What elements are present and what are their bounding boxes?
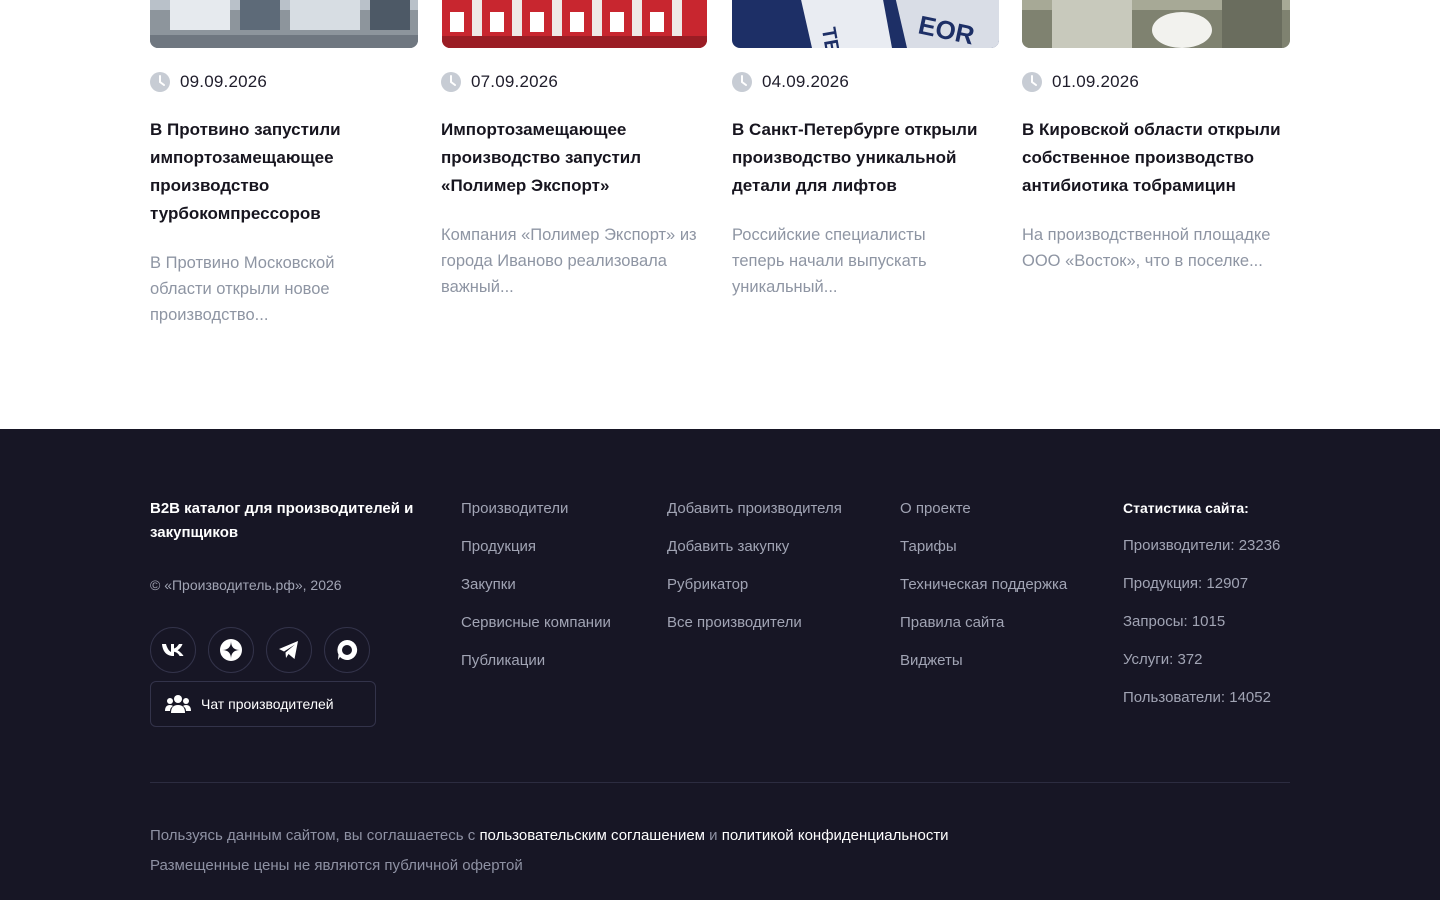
footer-link-purchases[interactable]: Закупки bbox=[461, 576, 611, 614]
news-title[interactable]: В Кировской области открыли собственное … bbox=[1022, 116, 1294, 200]
stat-products: Продукция: 12907 bbox=[1123, 575, 1249, 592]
telegram-icon[interactable] bbox=[266, 627, 312, 673]
stat-value: 23236 bbox=[1238, 537, 1281, 554]
footer-nav-catalog: Производители Продукция Закупки Сервисны… bbox=[461, 500, 611, 690]
footer-legal: Пользуясь данным сайтом, вы соглашаетесь… bbox=[150, 827, 949, 844]
site-footer: B2B каталог для производителей и закупщи… bbox=[0, 429, 1440, 900]
news-excerpt: В Протвино Московской области открыли но… bbox=[150, 254, 335, 324]
chat-button-label: Чат производителей bbox=[201, 696, 334, 712]
max-messenger-icon[interactable] bbox=[324, 627, 370, 673]
news-image-factory[interactable] bbox=[150, 0, 418, 48]
footer-link-add-producer[interactable]: Добавить производителя bbox=[667, 500, 842, 538]
news-excerpt: На производственной площадке ООО «Восток… bbox=[1022, 226, 1271, 270]
news-title[interactable]: Импортозамещающее производство запустил … bbox=[441, 116, 681, 200]
stat-requests: Запросы: 1015 bbox=[1123, 613, 1226, 630]
news-excerpt: Российские специалисты теперь начали вып… bbox=[732, 226, 927, 296]
news-date: 04.09.2026 bbox=[732, 71, 849, 93]
stat-value: 12907 bbox=[1206, 575, 1249, 592]
footer-copyright: © «Производитель.рф», 2026 bbox=[150, 577, 342, 593]
stat-value: 1015 bbox=[1191, 613, 1226, 630]
users-group-icon bbox=[165, 695, 191, 713]
news-date-text: 04.09.2026 bbox=[762, 72, 850, 91]
site-stats: Статистика сайта: Производители: 23236 П… bbox=[1123, 499, 1280, 727]
clock-icon bbox=[732, 72, 752, 92]
public-offer-note: Размещенные цены не являются публичной о… bbox=[150, 857, 523, 874]
footer-link-rules[interactable]: Правила сайта bbox=[900, 614, 1067, 652]
footer-link-products[interactable]: Продукция bbox=[461, 538, 611, 576]
vk-icon[interactable] bbox=[150, 627, 196, 673]
news-excerpt: Компания «Полимер Экспорт» из города Ива… bbox=[441, 226, 697, 296]
footer-link-publications[interactable]: Публикации bbox=[461, 652, 611, 690]
privacy-policy-link[interactable]: политикой конфиденциальности bbox=[722, 827, 949, 844]
stat-users: Пользователи: 14052 bbox=[1123, 689, 1271, 706]
footer-nav-about: О проекте Тарифы Техническая поддержка П… bbox=[900, 500, 1067, 690]
openai-icon[interactable] bbox=[208, 627, 254, 673]
footer-nav-actions: Добавить производителя Добавить закупку … bbox=[667, 500, 842, 652]
clock-icon bbox=[150, 72, 170, 92]
news-image-lift[interactable]: EOR TEO bbox=[732, 0, 999, 48]
producers-chat-button[interactable]: Чат производителей bbox=[150, 681, 376, 727]
footer-link-add-purchase[interactable]: Добавить закупку bbox=[667, 538, 842, 576]
news-title[interactable]: В Санкт-Петербурге открыли производство … bbox=[732, 116, 998, 200]
clock-icon bbox=[441, 72, 461, 92]
stat-value: 14052 bbox=[1229, 689, 1271, 706]
stats-title: Статистика сайта: bbox=[1123, 500, 1249, 516]
footer-link-rubricator[interactable]: Рубрикатор bbox=[667, 576, 842, 614]
news-date-text: 07.09.2026 bbox=[471, 72, 559, 91]
news-image-pharma[interactable] bbox=[1022, 0, 1290, 48]
news-title[interactable]: В Протвино запустили импортозамещающее п… bbox=[150, 116, 390, 228]
stat-producers: Производители: 23236 bbox=[1123, 537, 1281, 554]
legal-prefix: Пользуясь данным сайтом, вы соглашаетесь… bbox=[150, 827, 476, 844]
news-date: 09.09.2026 bbox=[150, 71, 267, 93]
footer-brand: B2B каталог для производителей и закупщи… bbox=[150, 500, 414, 541]
stat-value: 372 bbox=[1177, 651, 1203, 668]
news-date-text: 01.09.2026 bbox=[1052, 72, 1140, 91]
user-agreement-link[interactable]: пользовательским соглашением bbox=[479, 827, 705, 844]
social-links bbox=[150, 627, 370, 673]
footer-link-all-producers[interactable]: Все производители bbox=[667, 614, 842, 652]
footer-link-about[interactable]: О проекте bbox=[900, 500, 1067, 538]
news-section: 09.09.2026 В Протвино запустили импортоз… bbox=[150, 0, 1290, 430]
news-date: 01.09.2026 bbox=[1022, 71, 1139, 93]
footer-link-service-companies[interactable]: Сервисные компании bbox=[461, 614, 611, 652]
footer-link-producers[interactable]: Производители bbox=[461, 500, 611, 538]
news-date: 07.09.2026 bbox=[441, 71, 558, 93]
stat-services: Услуги: 372 bbox=[1123, 651, 1203, 668]
clock-icon bbox=[1022, 72, 1042, 92]
news-date-text: 09.09.2026 bbox=[180, 72, 268, 91]
footer-link-support[interactable]: Техническая поддержка bbox=[900, 576, 1067, 614]
legal-and: и bbox=[709, 827, 718, 844]
footer-link-tariffs[interactable]: Тарифы bbox=[900, 538, 1067, 576]
footer-divider bbox=[150, 782, 1290, 783]
news-image-paint[interactable] bbox=[442, 0, 707, 48]
footer-link-widgets[interactable]: Виджеты bbox=[900, 652, 1067, 690]
